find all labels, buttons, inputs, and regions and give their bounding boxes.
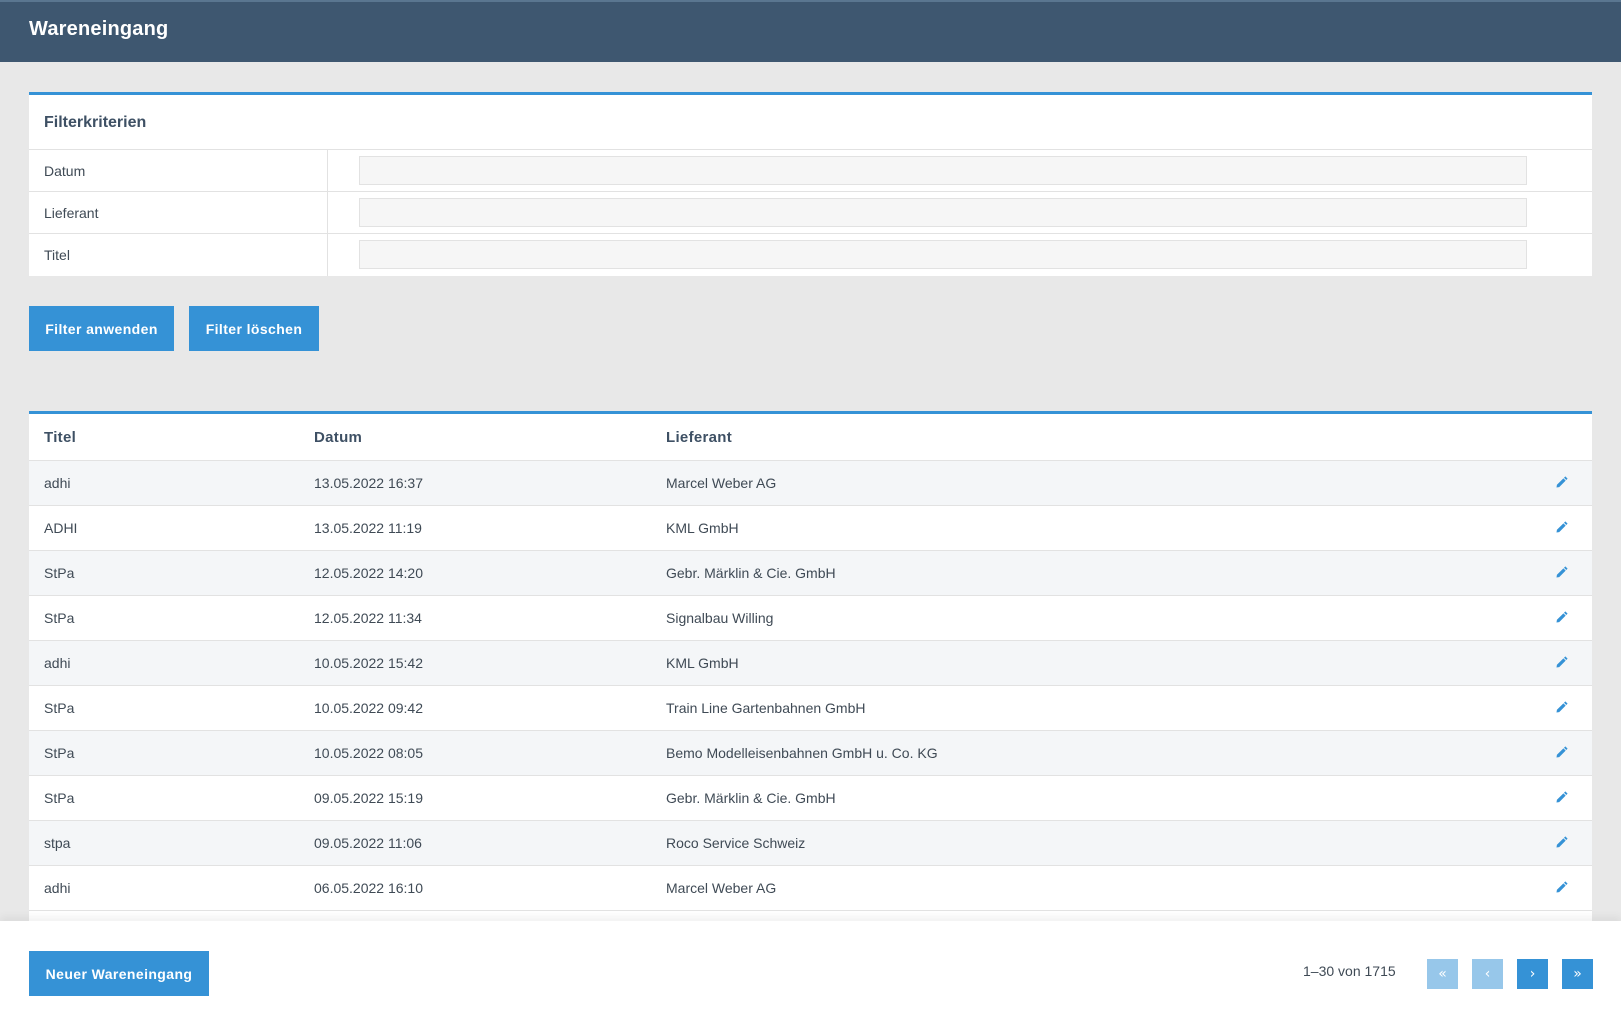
cell-title: StPa — [44, 700, 75, 716]
cell-date: 12.05.2022 11:34 — [314, 610, 422, 626]
filter-date-input[interactable] — [359, 156, 1527, 185]
pager-last-button[interactable]: » — [1562, 959, 1593, 989]
cell-supplier: Marcel Weber AG — [666, 880, 777, 896]
pencil-icon[interactable] — [1555, 700, 1571, 716]
cell-date: 12.05.2022 14:20 — [314, 565, 423, 581]
footer-bar: Neuer Wareneingang 1–30 von 1715 « ‹ › » — [0, 921, 1621, 1022]
cell-date: 10.05.2022 08:05 — [314, 745, 423, 761]
table-header: Titel Datum Lieferant — [29, 414, 1592, 461]
cell-supplier: Train Line Gartenbahnen GmbH — [666, 700, 866, 716]
column-header-title[interactable]: Titel — [44, 414, 76, 461]
filter-row-supplier: Lieferant — [29, 192, 1592, 234]
pencil-icon[interactable] — [1555, 835, 1571, 851]
chevron-right-icon: › — [1529, 966, 1536, 982]
cell-supplier: Signalbau Willing — [666, 610, 774, 626]
filter-supplier-input[interactable] — [359, 198, 1527, 227]
column-header-supplier[interactable]: Lieferant — [666, 414, 732, 461]
table-row[interactable]: StPa 10.05.2022 09:42 Train Line Gartenbah… — [29, 686, 1592, 731]
cell-date: 13.05.2022 11:19 — [314, 520, 422, 536]
cell-date: 06.05.2022 16:10 — [314, 880, 423, 896]
table-row[interactable]: adhi 13.05.2022 16:37 Marcel Weber AG — [29, 461, 1592, 506]
cell-supplier: Marcel Weber AG — [666, 475, 777, 491]
cell-title: ADHI — [44, 520, 78, 536]
cell-title: stpa — [44, 835, 71, 851]
cell-title: StPa — [44, 610, 75, 626]
chevron-left-icon: ‹ — [1484, 966, 1491, 982]
table-row[interactable]: stpa 09.05.2022 11:06 Roco Service Schweiz — [29, 821, 1592, 866]
cell-supplier: Gebr. Märklin & Cie. GmbH — [666, 790, 836, 806]
filter-label-date: Datum — [44, 163, 86, 179]
pencil-icon[interactable] — [1555, 610, 1571, 626]
pager-prev-button[interactable]: ‹ — [1472, 959, 1503, 989]
pencil-icon[interactable] — [1555, 475, 1571, 491]
filter-title-input[interactable] — [359, 240, 1527, 269]
clear-filter-button[interactable]: Filter löschen — [189, 306, 319, 351]
goods-receipt-table: Titel Datum Lieferant adhi 13.05.2022 16:… — [29, 411, 1592, 921]
pencil-icon[interactable] — [1555, 520, 1571, 536]
table-row[interactable]: ADHI 13.05.2022 11:19 KML GmbH — [29, 506, 1592, 551]
cell-date: 13.05.2022 16:37 — [314, 475, 423, 491]
table-row[interactable]: StPa 09.05.2022 15:19 Gebr. Märklin & Cie.… — [29, 776, 1592, 821]
cell-date: 10.05.2022 15:42 — [314, 655, 423, 671]
pencil-icon[interactable] — [1555, 565, 1571, 581]
filter-divider — [327, 150, 328, 191]
cell-title: adhi — [44, 655, 71, 671]
apply-filter-button[interactable]: Filter anwenden — [29, 306, 174, 351]
pencil-icon[interactable] — [1555, 655, 1571, 671]
page-title: Wareneingang — [29, 18, 169, 40]
column-header-date[interactable]: Datum — [314, 414, 362, 461]
cell-title: StPa — [44, 565, 75, 581]
cell-supplier: Roco Service Schweiz — [666, 835, 806, 851]
pager-range-text: 1–30 von 1715 — [1303, 963, 1396, 979]
cell-title: adhi — [44, 475, 71, 491]
cell-supplier: Gebr. Märklin & Cie. GmbH — [666, 565, 836, 581]
filter-row-date: Datum — [29, 150, 1592, 192]
pager-first-button[interactable]: « — [1427, 959, 1458, 989]
filter-row-title: Titel — [29, 234, 1592, 276]
cell-title: StPa — [44, 790, 75, 806]
pencil-icon[interactable] — [1555, 745, 1571, 761]
pencil-icon[interactable] — [1555, 790, 1571, 806]
table-body: adhi 13.05.2022 16:37 Marcel Weber AG ADHI 1… — [29, 461, 1592, 911]
filter-divider — [327, 192, 328, 233]
table-row[interactable]: adhi 06.05.2022 16:10 Marcel Weber AG — [29, 866, 1592, 911]
table-row[interactable]: StPa 12.05.2022 11:34 Signalbau Willing — [29, 596, 1592, 641]
cell-date: 10.05.2022 09:42 — [314, 700, 423, 716]
cell-supplier: KML GmbH — [666, 655, 739, 671]
app-header: Wareneingang — [0, 0, 1621, 62]
double-chevron-left-icon: « — [1438, 966, 1447, 982]
filter-divider — [327, 234, 328, 276]
new-goods-receipt-button[interactable]: Neuer Wareneingang — [29, 951, 209, 996]
cell-supplier: KML GmbH — [666, 520, 739, 536]
cell-supplier: Bemo Modelleisenbahnen GmbH u. Co. KG — [666, 745, 938, 761]
filter-panel-title: Filterkriterien — [29, 95, 1592, 150]
filter-panel: Filterkriterien Datum Lieferant Titel — [29, 92, 1592, 276]
table-row[interactable]: adhi 10.05.2022 15:42 KML GmbH — [29, 641, 1592, 686]
pager-next-button[interactable]: › — [1517, 959, 1548, 989]
table-row[interactable]: StPa 10.05.2022 08:05 Bemo Modelleisenbahn… — [29, 731, 1592, 776]
filter-label-supplier: Lieferant — [44, 205, 99, 221]
cell-title: adhi — [44, 880, 71, 896]
filter-label-title: Titel — [44, 247, 70, 263]
table-row[interactable]: StPa 12.05.2022 14:20 Gebr. Märklin & Cie.… — [29, 551, 1592, 596]
cell-date: 09.05.2022 11:06 — [314, 835, 422, 851]
cell-date: 09.05.2022 15:19 — [314, 790, 423, 806]
cell-title: StPa — [44, 745, 75, 761]
double-chevron-right-icon: » — [1573, 966, 1582, 982]
pencil-icon[interactable] — [1555, 880, 1571, 896]
